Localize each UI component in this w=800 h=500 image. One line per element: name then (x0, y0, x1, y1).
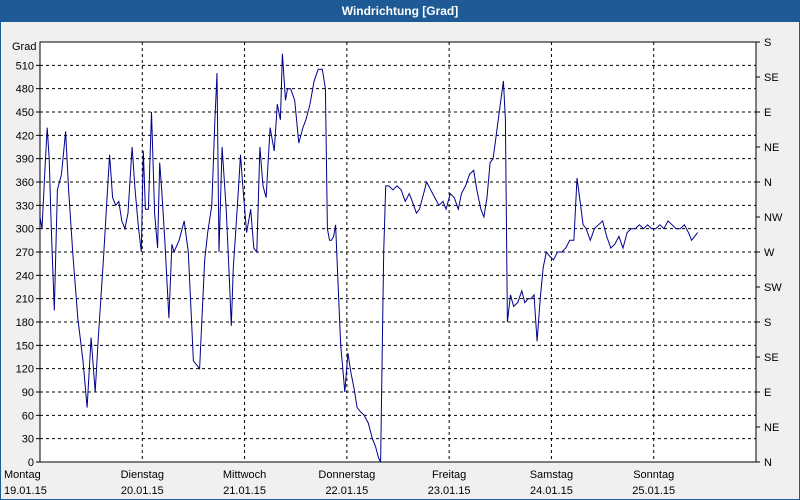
y2-axis-ticks: N NE E SE S SW W NW N NE E SE S (756, 37, 783, 469)
y2-tick-label: N (764, 177, 772, 189)
y2-tick-label: S (764, 37, 771, 49)
x-tick-day-label: Samstag (530, 469, 573, 481)
y-tick-label: 0 (28, 457, 34, 469)
y-tick-label: 420 (16, 130, 34, 142)
x-tick-day-label: Donnerstag (318, 469, 375, 481)
y2-tick-label: S (764, 317, 771, 329)
y2-tick-label: SW (764, 282, 782, 294)
y2-tick-label: SE (764, 72, 779, 84)
y2-tick-label: E (764, 387, 771, 399)
x-tick-day-label: Montag (4, 469, 41, 481)
y-tick-label: 300 (16, 224, 34, 236)
y-tick-label: 360 (16, 177, 34, 189)
y-tick-label: 90 (22, 387, 34, 399)
x-tick-date-label: 25.01.15 (632, 485, 675, 497)
x-tick-date-label: 20.01.15 (121, 485, 164, 497)
y2-tick-label: W (764, 247, 775, 259)
y-tick-label: 210 (16, 294, 34, 306)
y-tick-label: 510 (16, 60, 34, 72)
y-tick-label: 240 (16, 270, 34, 282)
y-tick-label: 450 (16, 107, 34, 119)
x-tick-date-label: 19.01.15 (4, 485, 47, 497)
x-tick-date-label: 21.01.15 (223, 485, 266, 497)
y-tick-label: 30 (22, 434, 34, 446)
x-tick-day-label: Freitag (432, 469, 466, 481)
y-tick-label: 480 (16, 84, 34, 96)
y-tick-label: 330 (16, 200, 34, 212)
x-tick-day-label: Sonntag (633, 469, 674, 481)
y-axis-ticks: 0 30 60 90 120 150 180 210 240 270 300 330 360 390 420… (16, 60, 40, 469)
x-tick-date-label: 24.01.15 (530, 485, 573, 497)
x-tick-day-label: Dienstag (121, 469, 164, 481)
y2-tick-label: SE (764, 352, 779, 364)
y-tick-label: 180 (16, 317, 34, 329)
x-axis-ticks: Montag 19.01.15 Dienstag 20.01.15 Mittwoch 21… (4, 469, 675, 497)
x-tick-day-label: Mittwoch (223, 469, 266, 481)
y-tick-label: 390 (16, 154, 34, 166)
y2-tick-label: NE (764, 142, 779, 154)
y-tick-label: 270 (16, 247, 34, 259)
y2-tick-label: N (764, 457, 772, 469)
y-tick-label: 150 (16, 340, 34, 352)
y2-tick-label: NE (764, 422, 779, 434)
x-tick-date-label: 23.01.15 (428, 485, 471, 497)
y2-tick-label: E (764, 107, 771, 119)
y-axis-label: Grad (12, 41, 36, 53)
x-tick-date-label: 22.01.15 (325, 485, 368, 497)
y-tick-label: 60 (22, 410, 34, 422)
y-tick-label: 120 (16, 364, 34, 376)
wind-direction-chart: 0 30 60 90 120 150 180 210 240 270 300 330 360 390 420… (4, 37, 783, 497)
y2-tick-label: NW (764, 212, 783, 224)
